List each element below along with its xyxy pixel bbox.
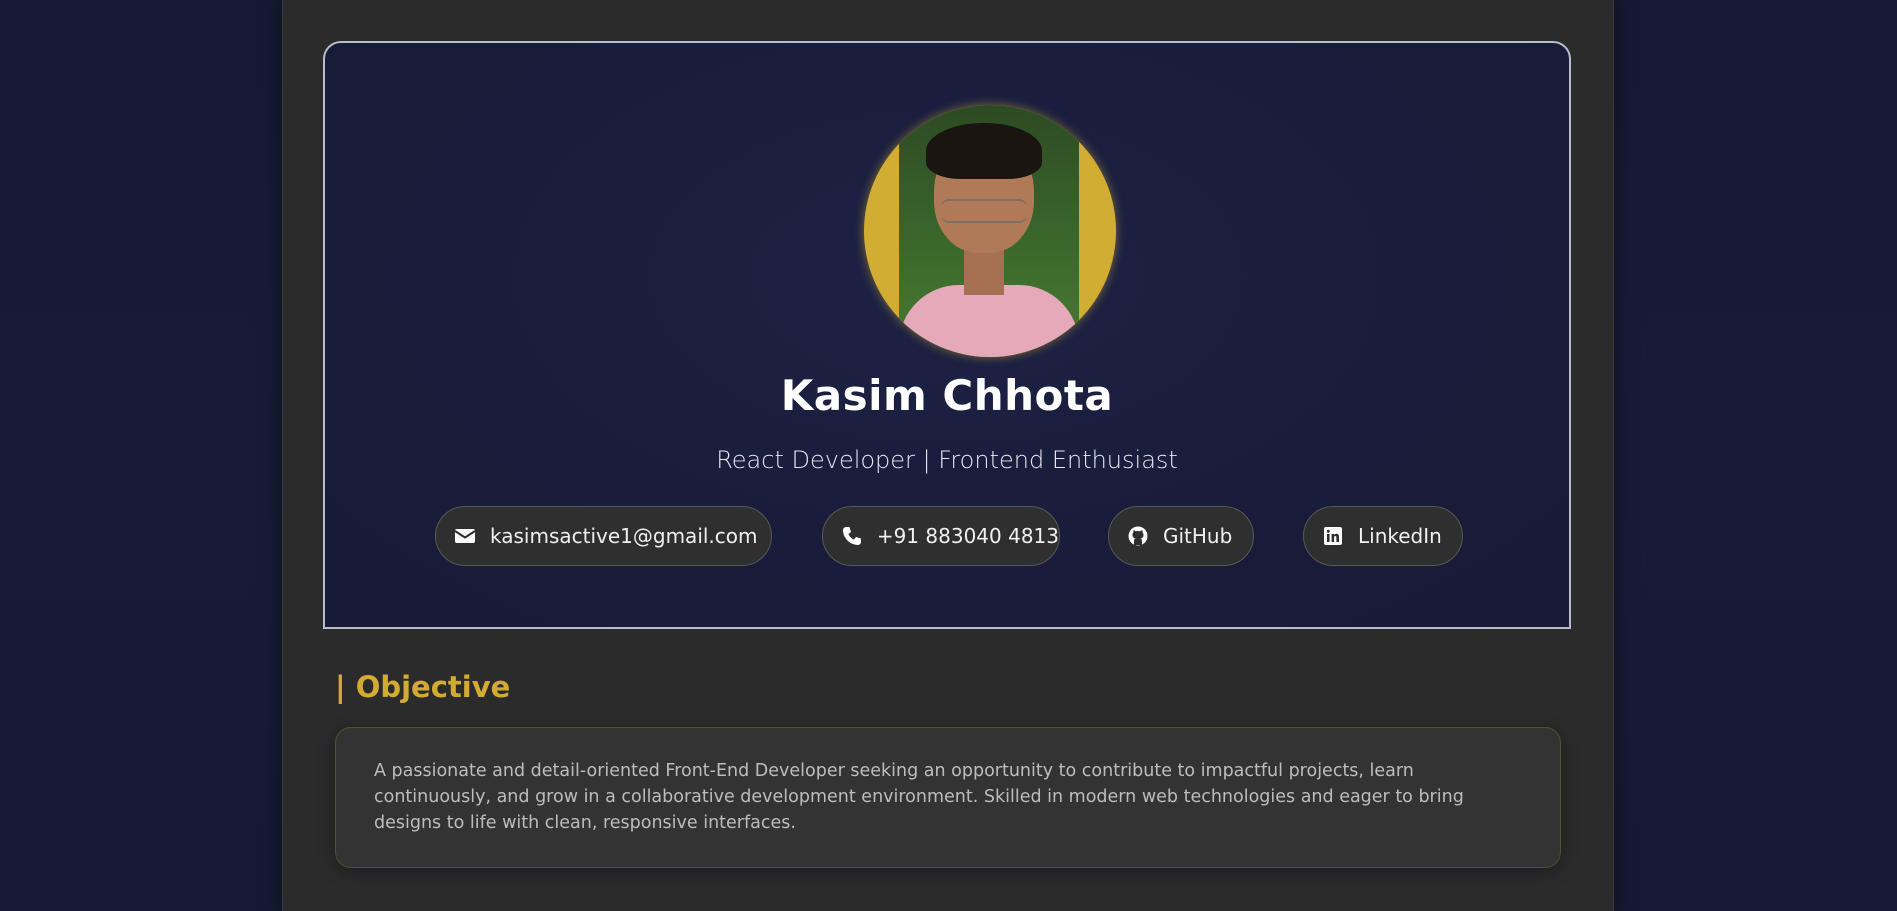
profile-name: Kasim Chhota	[780, 371, 1114, 420]
github-link[interactable]: GitHub	[1108, 506, 1254, 566]
github-icon	[1127, 525, 1149, 547]
phone-link[interactable]: +91 883040 4813	[822, 506, 1060, 566]
github-label: GitHub	[1163, 524, 1233, 548]
profile-header-card: Kasim Chhota React Developer | Frontend …	[323, 41, 1571, 629]
avatar-hair	[926, 123, 1042, 179]
contact-links: kasimsactive1@gmail.com +91 883040 4813	[325, 506, 1569, 568]
linkedin-link[interactable]: LinkedIn	[1303, 506, 1463, 566]
profile-subtitle: React Developer | Frontend Enthusiast	[716, 446, 1178, 474]
avatar-glasses	[941, 199, 1027, 223]
resume-page: Kasim Chhota React Developer | Frontend …	[282, 0, 1614, 911]
phone-icon	[841, 525, 863, 547]
avatar	[864, 105, 1116, 357]
avatar-shirt	[899, 285, 1079, 357]
objective-text: A passionate and detail-oriented Front-E…	[374, 761, 1464, 833]
linkedin-label: LinkedIn	[1358, 524, 1442, 548]
envelope-icon	[454, 525, 476, 547]
linkedin-icon	[1322, 525, 1344, 547]
phone-label: +91 883040 4813	[876, 524, 1059, 548]
objective-heading: | Objective	[335, 670, 511, 704]
objective-card: A passionate and detail-oriented Front-E…	[335, 727, 1561, 868]
email-label: kasimsactive1@gmail.com	[490, 524, 758, 548]
email-link[interactable]: kasimsactive1@gmail.com	[435, 506, 772, 566]
